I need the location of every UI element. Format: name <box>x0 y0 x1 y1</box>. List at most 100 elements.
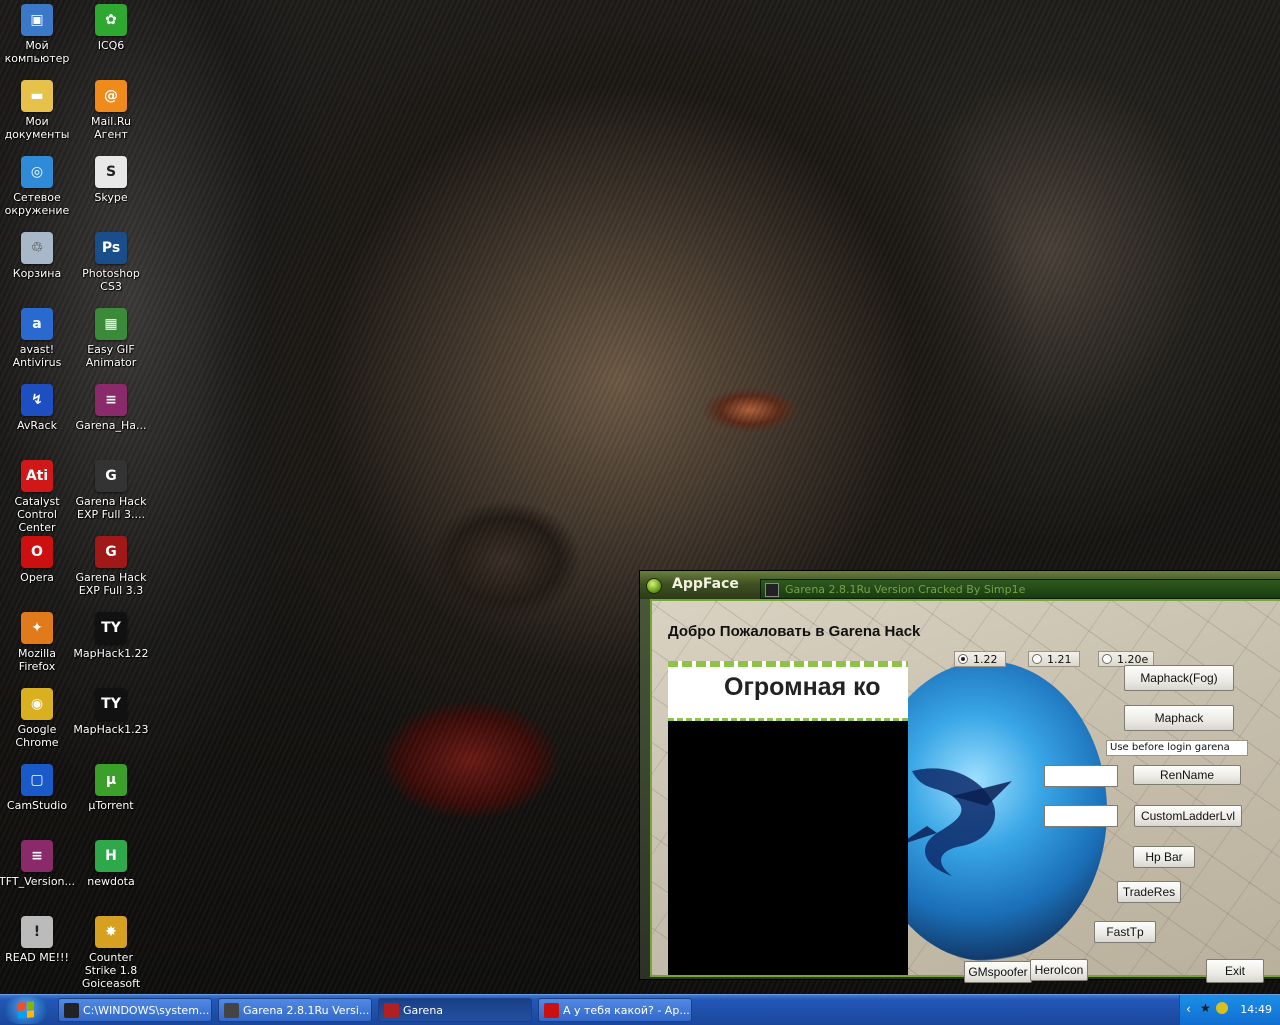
desktop-icon[interactable]: ♲ Корзина <box>0 232 75 280</box>
maphack-button[interactable]: Maphack <box>1124 705 1234 731</box>
desktop-icon[interactable]: ◉ Google Chrome <box>0 688 75 749</box>
taskbar-button[interactable]: Garena 2.8.1Ru Versi... <box>218 998 372 1022</box>
opera-icon: O <box>21 536 53 568</box>
avast-icon: a <box>21 308 53 340</box>
desktop-icon-label: Mail.Ru Агент <box>91 115 131 141</box>
taskbar-button[interactable]: C:\WINDOWS\system... <box>58 998 212 1022</box>
renname-button[interactable]: RenName <box>1133 765 1241 785</box>
system-tray: ‹ ★ 14:49 <box>1179 995 1280 1025</box>
desktop-icon-label: Мои документы <box>4 115 70 141</box>
custom-ladder-button[interactable]: CustomLadderLvl <box>1134 805 1242 827</box>
desktop-icon[interactable]: S Skype <box>73 156 149 204</box>
desktop-icon[interactable]: ▬ Мои документы <box>0 80 75 141</box>
winrar-icon: ≡ <box>95 384 127 416</box>
winrar-icon: ≡ <box>21 840 53 872</box>
inner-title-bar[interactable]: Garena 2.8.1Ru Version Cracked By Simp1e… <box>760 579 1280 599</box>
desktop-icon[interactable]: O Opera <box>0 536 75 584</box>
utorrent-icon: µ <box>95 764 127 796</box>
desktop-icon-label: ICQ6 <box>97 39 125 52</box>
taskbar-button-label: Garena 2.8.1Ru Versi... <box>243 1004 370 1017</box>
clock: 14:49 <box>1240 1003 1272 1016</box>
start-button[interactable] <box>4 996 48 1024</box>
desktop-icon[interactable]: Ati Catalyst Control Center <box>0 460 75 534</box>
desktop-icon[interactable]: Hnewdota <box>73 840 149 888</box>
network-icon: ◎ <box>21 156 53 188</box>
desktop-icon[interactable]: a avast! Antivirus <box>0 308 75 369</box>
garena-hack-window: AppFace Garena 2.8.1Ru Version Cracked B… <box>639 570 1280 983</box>
window-body: Добро Пожаловать в Garena Hack Огромная … <box>650 599 1280 983</box>
taskbar-button-label: C:\WINDOWS\system... <box>83 1004 210 1017</box>
desktop-icon[interactable]: ≡ TFT_Version... <box>0 840 75 888</box>
fasttp-button[interactable]: FastTp <box>1094 921 1156 943</box>
desktop-icon-label: Opera <box>20 571 54 584</box>
desktop-icon[interactable]: ≡ Garena_Ha... <box>73 384 149 432</box>
desktop-icon-label: TFT_Version... <box>0 875 76 888</box>
desktop-icon[interactable]: G Garena Hack EXP Full 3.3 <box>73 536 149 597</box>
desktop-icon-label: CamStudio <box>6 799 68 812</box>
desktop-icon[interactable]: ▣ Мой компьютер <box>0 4 75 65</box>
news-banner: Огромная ко <box>668 661 908 721</box>
desktop-icon[interactable]: Ps Photoshop CS3 <box>73 232 149 293</box>
desktop-icon[interactable]: ▢ CamStudio <box>0 764 75 812</box>
desktop-icon-label: Garena_Ha... <box>75 419 147 432</box>
desktop-icon-label: Корзина <box>12 267 62 280</box>
desktop-icon-label: Mozilla Firefox <box>18 647 56 673</box>
desktop-icon[interactable]: µ µTorrent <box>73 764 149 812</box>
camstudio-icon: ▢ <box>21 764 53 796</box>
windows-flag-icon <box>18 1001 34 1019</box>
tray-star-icon[interactable]: ★ <box>1200 1001 1211 1015</box>
window-titlebar[interactable]: AppFace Garena 2.8.1Ru Version Cracked B… <box>640 571 1280 599</box>
version-radio-1-22[interactable]: 1.22 <box>954 651 1006 667</box>
taskbar-button[interactable]: А у тебя какой? - Ар... <box>538 998 692 1022</box>
newdota-icon: H <box>95 840 127 872</box>
heroicon-button[interactable]: HeroIcon <box>1030 959 1088 981</box>
desktop-icon[interactable]: ↯ AvRack <box>0 384 75 432</box>
computer-icon: ▣ <box>21 4 53 36</box>
desktop-icon-label: Easy GIF Animator <box>85 343 137 369</box>
welcome-heading: Добро Пожаловать в Garena Hack <box>668 623 921 640</box>
appface-orb-icon[interactable] <box>646 578 662 594</box>
ladder-level-field[interactable] <box>1044 805 1118 827</box>
tray-torrent-icon[interactable] <box>1216 1002 1228 1014</box>
desktop-icon[interactable]: TY MapHack1.23 <box>73 688 149 736</box>
desktop-icon[interactable]: G Garena Hack EXP Full 3.... <box>73 460 149 521</box>
desktop-icon-label: avast! Antivirus <box>12 343 62 369</box>
banner-text: Огромная ко <box>724 673 881 701</box>
traderes-button[interactable]: TradeRes <box>1117 881 1181 903</box>
desktop-icon[interactable]: ◎ Сетевое окружение <box>0 156 75 217</box>
taskbar-button[interactable]: Garena <box>378 998 532 1022</box>
desktop-icon-label: Counter Strike 1.8 Goiceasoft <box>81 951 141 990</box>
radio-dot-icon <box>1102 654 1112 664</box>
desktop-icon-label: newdota <box>87 875 135 888</box>
taskbar: C:\WINDOWS\system... Garena 2.8.1Ru Versi… <box>0 994 1280 1025</box>
radio-dot-icon <box>1032 654 1042 664</box>
readme-icon: ! <box>21 916 53 948</box>
mailru-agent-icon: @ <box>95 80 127 112</box>
opera-icon <box>544 1003 559 1018</box>
login-note: Use before login garena <box>1106 740 1248 756</box>
hpbar-button[interactable]: Hp Bar <box>1133 846 1195 868</box>
desktop-icon-label: Google Chrome <box>15 723 59 749</box>
maphack-fog-button[interactable]: Maphack(Fog) <box>1124 665 1234 691</box>
desktop-icon-label: µTorrent <box>88 799 134 812</box>
desktop-icon[interactable]: ✿ ICQ6 <box>73 4 149 52</box>
firefox-icon: ✦ <box>21 612 53 644</box>
tray-arrow-icon[interactable]: ‹ <box>1186 1002 1191 1016</box>
recycle-bin-icon: ♲ <box>21 232 53 264</box>
desktop-icon[interactable]: ▦ Easy GIF Animator <box>73 308 149 369</box>
window-title: AppFace <box>672 576 739 592</box>
desktop-icon[interactable]: TY MapHack1.22 <box>73 612 149 660</box>
exit-button[interactable]: Exit <box>1206 959 1264 983</box>
gmspoofer-button[interactable]: GMspoofer <box>964 961 1032 983</box>
version-radio-1-21[interactable]: 1.21 <box>1028 651 1080 667</box>
desktop-icon[interactable]: ! READ ME!!! <box>0 916 75 964</box>
new-name-field[interactable] <box>1044 765 1118 787</box>
desktop-icon[interactable]: ✸ Counter Strike 1.8 Goiceasoft <box>73 916 149 990</box>
desktop-icon[interactable]: @ Mail.Ru Агент <box>73 80 149 141</box>
desktop-icon-label: MapHack1.23 <box>73 723 149 736</box>
desktop-icon[interactable]: ✦ Mozilla Firefox <box>0 612 75 673</box>
inner-window-title: Garena 2.8.1Ru Version Cracked By Simp1e <box>785 583 1026 596</box>
garena-icon <box>224 1003 239 1018</box>
desktop-icon-label: Catalyst Control Center <box>14 495 60 534</box>
avrack-icon: ↯ <box>21 384 53 416</box>
